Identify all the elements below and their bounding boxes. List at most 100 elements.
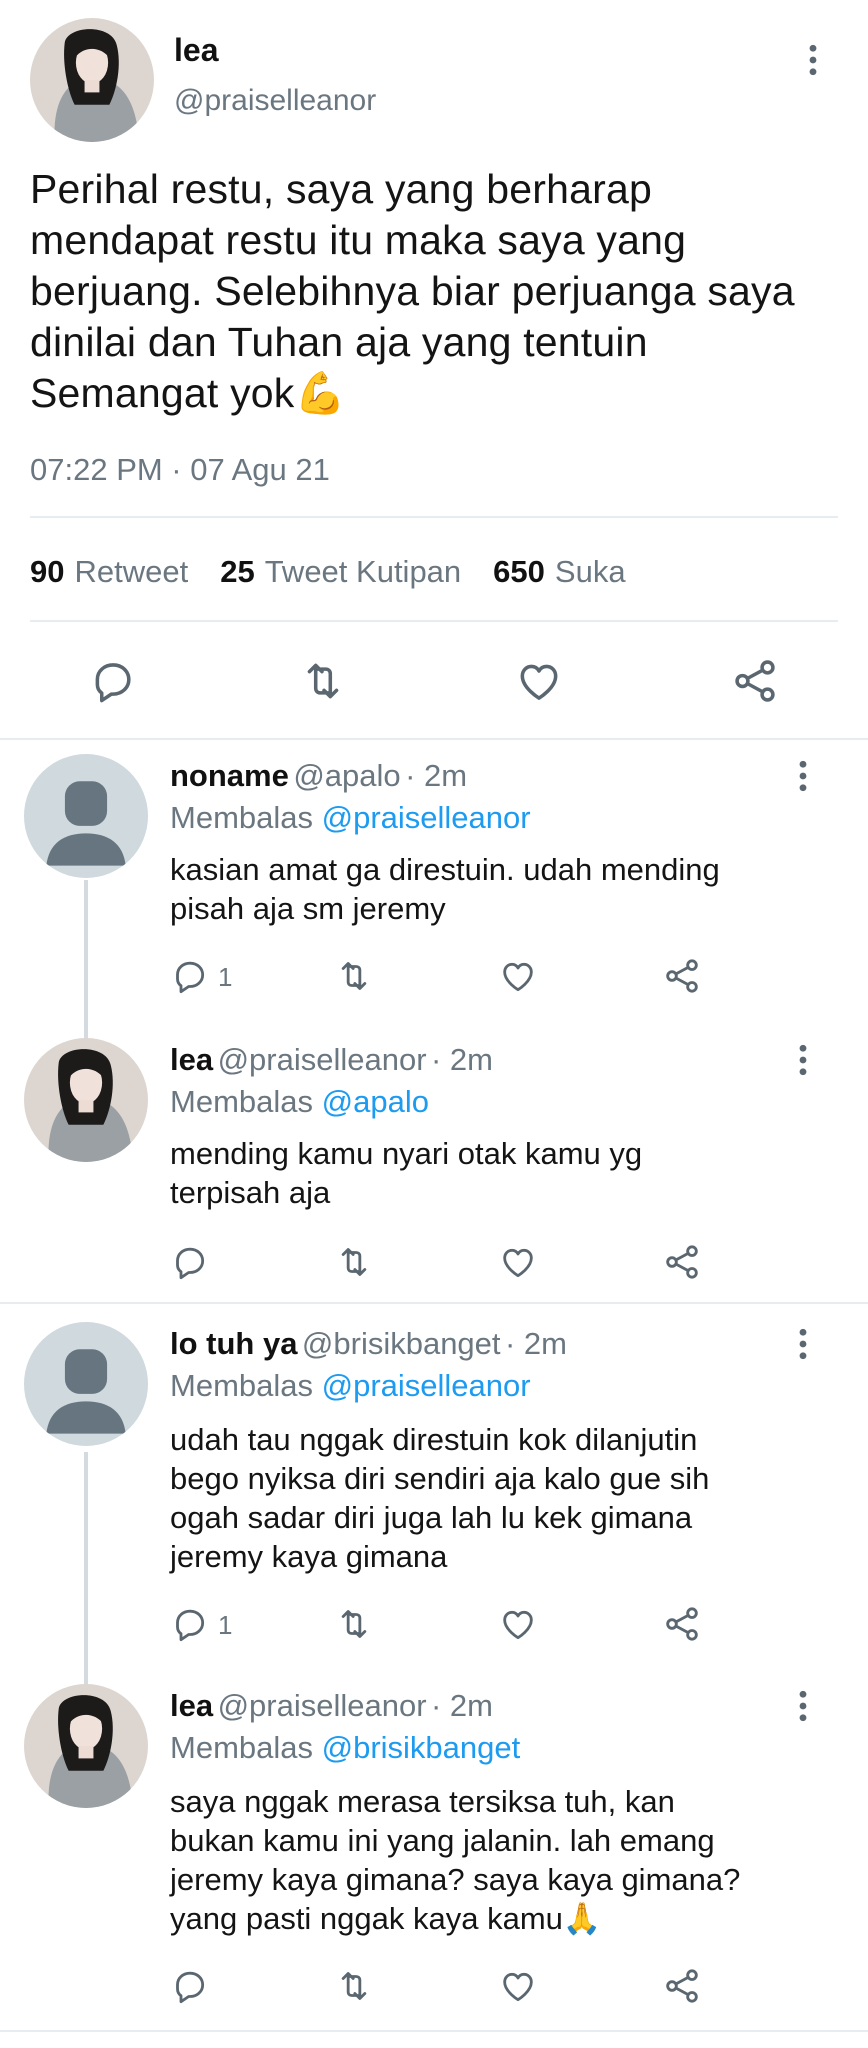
quote-label: Tweet Kutipan	[264, 554, 462, 589]
tweet-text-line: Semangat yok💪	[30, 370, 346, 416]
replying-prefix: Membalas	[170, 1084, 313, 1119]
author-photo	[30, 18, 154, 142]
divider	[0, 738, 868, 740]
author-avatar[interactable]	[30, 18, 154, 142]
like-label: Suka	[554, 554, 626, 589]
reply-icon[interactable]	[170, 1604, 210, 1644]
reply-text-line: jeremy kaya gimana? saya kaya gimana?	[170, 1862, 741, 1897]
reply-author-name[interactable]: lo tuh ya	[170, 1326, 297, 1361]
thread-line	[84, 880, 88, 1048]
retweet-icon[interactable]	[334, 1604, 374, 1644]
reply-text-line: bego nyiksa diri sendiri aja kalo gue si…	[170, 1461, 710, 1496]
reply-text-line: ogah sadar diri juga lah lu kek gimana	[170, 1500, 693, 1535]
reply-header: lo tuh ya @brisikbanget · 2m	[170, 1326, 567, 1362]
share-icon[interactable]	[662, 1242, 702, 1282]
replying-prefix: Membalas	[170, 1730, 313, 1765]
share-icon[interactable]	[730, 656, 780, 706]
reply-author-name[interactable]: lea	[170, 1688, 213, 1723]
reply-text: udah tau nggak direstuin kok dilanjutin …	[170, 1420, 709, 1576]
mention-link[interactable]: @praiselleanor	[322, 1368, 531, 1403]
reply-icon[interactable]	[170, 1966, 210, 2006]
reply-text-line: jeremy kaya gimana	[170, 1539, 448, 1574]
quote-stat[interactable]: 25 Tweet Kutipan	[220, 554, 461, 590]
like-icon[interactable]	[514, 656, 564, 706]
reply-avatar[interactable]	[24, 754, 148, 878]
share-icon[interactable]	[662, 1966, 702, 2006]
reply-count: 1	[218, 1610, 233, 1640]
author-name[interactable]: lea	[174, 32, 218, 69]
reply-text-line: terpisah aja	[170, 1175, 331, 1210]
more-options-icon[interactable]	[808, 44, 818, 76]
reply-text: mending kamu nyari otak kamu yg terpisah…	[170, 1134, 642, 1212]
reply-text-line: yang pasti nggak kaya kamu🙏	[170, 1901, 602, 1936]
reply-author-handle[interactable]: @praiselleanor	[218, 1688, 427, 1723]
mention-link[interactable]: @praiselleanor	[322, 800, 531, 835]
reply-icon[interactable]	[170, 956, 210, 996]
divider	[0, 2030, 868, 2032]
reply-text-line: udah tau nggak direstuin kok dilanjutin	[170, 1422, 698, 1457]
reply-time: · 2m	[430, 1042, 493, 1077]
like-icon[interactable]	[498, 956, 538, 996]
reply-avatar[interactable]	[24, 1322, 148, 1446]
retweet-icon[interactable]	[334, 956, 374, 996]
reply-text-line: kasian amat ga direstuin. udah mending	[170, 852, 720, 887]
retweet-stat[interactable]: 90 Retweet	[30, 554, 188, 590]
tweet-timestamp[interactable]: 07:22 PM · 07 Agu 21	[30, 452, 330, 488]
reply-icon[interactable]	[88, 656, 138, 706]
thread-line	[84, 1452, 88, 1688]
reply-text-line: saya nggak merasa tersiksa tuh, kan	[170, 1784, 675, 1819]
reply-text-line: mending kamu nyari otak kamu yg	[170, 1136, 643, 1171]
reply-author-name[interactable]: noname	[170, 758, 289, 793]
share-icon[interactable]	[662, 1604, 702, 1644]
divider	[0, 1302, 868, 1304]
like-icon[interactable]	[498, 1242, 538, 1282]
more-options-icon[interactable]	[798, 1690, 808, 1722]
reply-count: 1	[218, 962, 233, 992]
default-avatar-icon	[24, 1322, 148, 1446]
retweet-icon[interactable]	[334, 1966, 374, 2006]
mention-link[interactable]: @brisikbanget	[322, 1730, 521, 1765]
tweet-text: Perihal restu, saya yang berharap mendap…	[30, 164, 850, 419]
retweet-icon[interactable]	[334, 1242, 374, 1282]
divider	[30, 516, 838, 518]
retweet-icon[interactable]	[298, 656, 348, 706]
more-options-icon[interactable]	[798, 1044, 808, 1076]
replying-prefix: Membalas	[170, 1368, 313, 1403]
reply-author-handle[interactable]: @brisikbanget	[302, 1326, 501, 1361]
reply-avatar[interactable]	[24, 1684, 148, 1808]
reply-time: · 2m	[405, 758, 468, 793]
reply-time: · 2m	[504, 1326, 567, 1361]
default-avatar-icon	[24, 754, 148, 878]
divider	[30, 620, 838, 622]
replying-to: Membalas @brisikbanget	[170, 1730, 520, 1766]
tweet-text-line: mendapat restu itu maka saya yang	[30, 217, 687, 263]
reply-author-handle[interactable]: @apalo	[293, 758, 400, 793]
like-icon[interactable]	[498, 1604, 538, 1644]
retweet-label: Retweet	[74, 554, 189, 589]
reply-text-line: pisah aja sm jeremy	[170, 891, 446, 926]
like-count: 650	[493, 554, 545, 589]
replying-to: Membalas @praiselleanor	[170, 800, 531, 836]
tweet-stats: 90 Retweet 25 Tweet Kutipan 650 Suka	[30, 554, 658, 590]
author-handle[interactable]: @praiselleanor	[174, 84, 376, 118]
more-options-icon[interactable]	[798, 1328, 808, 1360]
like-stat[interactable]: 650 Suka	[493, 554, 625, 590]
like-icon[interactable]	[498, 1966, 538, 2006]
reply-header: noname @apalo · 2m	[170, 758, 467, 794]
reply-author-handle[interactable]: @praiselleanor	[218, 1042, 427, 1077]
reply-icon[interactable]	[170, 1242, 210, 1282]
author-photo	[24, 1038, 148, 1162]
mention-link[interactable]: @apalo	[322, 1084, 429, 1119]
reply-header: lea @praiselleanor · 2m	[170, 1688, 493, 1724]
reply-avatar[interactable]	[24, 1038, 148, 1162]
tweet-text-line: berjuang. Selebihnya biar perjuanga saya	[30, 268, 795, 314]
share-icon[interactable]	[662, 956, 702, 996]
reply-time: · 2m	[430, 1688, 493, 1723]
replying-to: Membalas @apalo	[170, 1084, 429, 1120]
reply-author-name[interactable]: lea	[170, 1042, 213, 1077]
reply-text: kasian amat ga direstuin. udah mending p…	[170, 850, 720, 928]
quote-count: 25	[220, 554, 255, 589]
reply-text: saya nggak merasa tersiksa tuh, kan buka…	[170, 1782, 740, 1938]
author-photo	[24, 1684, 148, 1808]
more-options-icon[interactable]	[798, 760, 808, 792]
